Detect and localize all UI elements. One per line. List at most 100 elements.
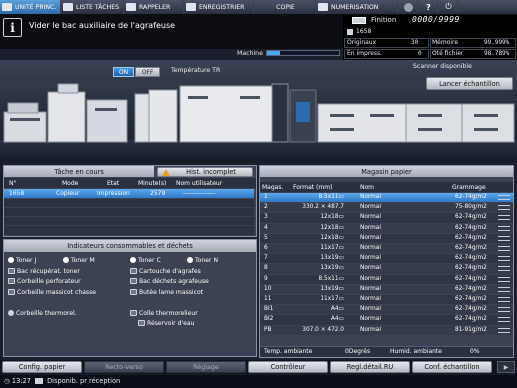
tab-liste-taches[interactable]: LISTE TÂCHES (61, 0, 124, 14)
sample-button[interactable]: Lancer échantillon (426, 77, 513, 90)
tray-name: Normal (360, 255, 381, 262)
tray-level-icon (498, 307, 510, 313)
tray-number: 5 (264, 234, 268, 241)
status-message: Vider le bac auxiliaire de l'agrafeuse (29, 21, 176, 30)
tray-level-icon (498, 327, 510, 333)
butee-lame: Butée lame massicot (130, 289, 203, 296)
job-number: 1658 (356, 28, 372, 35)
reglage-button[interactable]: Réglage (166, 361, 246, 373)
tray-weight: 62-74g/m2 (455, 245, 487, 251)
tab-unite-princ[interactable]: UNITÉ PRINC. (0, 0, 61, 14)
power-button[interactable]: ⏻ (438, 0, 458, 14)
scan-icon (318, 3, 328, 11)
corbeille-thermorel: Corbeille thermorel. (8, 310, 77, 317)
tray-weight: 62-74g/m2 (455, 224, 487, 231)
next-page-button[interactable]: ▶ (497, 361, 515, 373)
toner-n: Toner N (187, 257, 218, 264)
col-etat: Etat (107, 180, 120, 187)
tray-row[interactable]: PB 307.0 × 472.0 Normal 81-91g/m2 (260, 325, 513, 335)
tray-list: 1 8.5x11▭ Normal 62-74g/m2 2 330.2 × 487.7 Nor… (260, 193, 513, 335)
bac-dechets-agrafeuse: Bac déchets agrafeuse (130, 278, 209, 285)
save-icon (186, 3, 196, 11)
tray-row[interactable]: 11 11x17▭ Normal 62-74g/m2 (260, 295, 513, 305)
en-impress-label: En impress. (347, 50, 383, 57)
tray-number: 1 (264, 194, 268, 200)
tray-row[interactable]: 1 8.5x11▭ Normal 62-74g/m2 (260, 193, 513, 203)
job-icon (347, 29, 353, 35)
col-no: N° (9, 180, 17, 187)
tab-filler (458, 0, 517, 14)
config-papier-button[interactable]: Config. papier (2, 361, 82, 373)
globe-button[interactable] (398, 0, 418, 14)
scanner-status: Scanner disponible (413, 63, 472, 70)
regl-detail-button[interactable]: Regl.détail.RU (330, 361, 410, 373)
tab-numerisation[interactable]: NUMERISATION (316, 0, 398, 14)
tray-format: 8.5x11▭ (318, 194, 344, 200)
toner-n-icon (187, 257, 193, 263)
conf-echantillon-button[interactable]: Conf. échantillon (412, 361, 492, 373)
tray-row[interactable]: 6 11x17▭ Normal 62-74g/m2 (260, 244, 513, 254)
tray-row[interactable]: 3 12x18▭ Normal 62-74g/m2 (260, 213, 513, 223)
tray-weight: 62-74g/m2 (455, 194, 487, 200)
tab-enregistrier[interactable]: ENREGISTRIER (184, 0, 254, 14)
info-icon: i (3, 18, 22, 37)
tray-weight: 62-74g/m2 (455, 296, 487, 302)
status-text: Disponib. pr réception (47, 377, 121, 385)
tab-bar: UNITÉ PRINC. LISTE TÂCHES RAPPELER ENREG… (0, 0, 517, 14)
tray-format: 13x19▭ (320, 255, 344, 262)
tray-number: 6 (264, 245, 268, 251)
temperature-off-button[interactable]: OFF (135, 67, 160, 77)
blade-stopper-icon (130, 289, 137, 295)
toner-m: Toner M (63, 257, 95, 264)
tray-row[interactable]: 4 12x18▭ Normal 62-74g/m2 (260, 223, 513, 233)
tray-number: BI2 (264, 316, 274, 323)
recto-verso-button[interactable]: Recto-verso (84, 361, 164, 373)
trays-title: Magasin papier (260, 166, 513, 177)
tray-name: Normal (360, 285, 381, 292)
tray-row[interactable]: BI2 A4▭ Normal 62-74g/m2 (260, 315, 513, 325)
tray-name: Normal (360, 234, 381, 241)
hist-incomplet-button[interactable]: Hist. incomplet (157, 167, 253, 177)
tray-name: Normal (360, 214, 381, 221)
tray-row[interactable]: 5 12x18▭ Normal 62-74g/m2 (260, 233, 513, 243)
toner-j-icon (8, 257, 14, 263)
tray-weight: 62-74g/m2 (455, 285, 487, 292)
tray-level-icon (498, 205, 510, 211)
tray-weight: 81-91g/m2 (455, 326, 487, 333)
tray-number: 2 (264, 204, 268, 211)
finition-label: Finition (371, 16, 397, 24)
tray-row[interactable]: 7 13x19▭ Normal 62-74g/m2 (260, 254, 513, 264)
tray-row[interactable]: 2 330.2 × 487.7 Normal 75-80g/m2 (260, 203, 513, 213)
tray-format: A4▭ (330, 306, 344, 313)
tray-level-icon (498, 195, 510, 200)
colle-thermorelieur: Colle thermorelieur (130, 310, 198, 317)
tray-name: Normal (360, 194, 381, 200)
tray-format: 307.0 × 472.0 (302, 326, 344, 333)
toner-c-icon (130, 257, 136, 263)
machine-progress-fill (267, 51, 280, 55)
tray-level-icon (498, 317, 510, 323)
originaux-label: Originaux (347, 39, 377, 46)
tray-row[interactable]: 8 13x19▭ Normal 62-74g/m2 (260, 264, 513, 274)
controleur-button[interactable]: Contrôleur (248, 361, 328, 373)
tray-col-magas: Magas. (262, 184, 284, 191)
tab-copie[interactable]: COPIE (254, 0, 316, 14)
tasks-title: Tâche en cours (4, 166, 154, 177)
bac-toner: Bac récupérat. toner (8, 268, 80, 275)
tray-name: Normal (360, 204, 381, 211)
tray-row[interactable]: 10 13x19▭ Normal 62-74g/m2 (260, 284, 513, 294)
tray-format: A4▭ (330, 316, 344, 323)
help-button[interactable]: ? (418, 0, 438, 14)
tab-rappeler[interactable]: RAPPELER (124, 0, 184, 14)
staple-waste-icon (130, 278, 137, 284)
tray-weight: 62-74g/m2 (455, 234, 487, 241)
tray-format: 12x18▭ (320, 214, 344, 221)
temperature-label: Température TR (171, 67, 221, 74)
tray-row[interactable]: 9 8.5x11▭ Normal 62-74g/m2 (260, 274, 513, 284)
tray-weight: 62-74g/m2 (455, 306, 487, 313)
col-minutes: Minute(s) (138, 180, 167, 187)
temperature-on-button[interactable]: ON (113, 67, 134, 77)
col-user: Nom utilisateur (176, 180, 223, 187)
originaux-value: 30 (411, 39, 419, 46)
tray-row[interactable]: BI1 A4▭ Normal 62-74g/m2 (260, 305, 513, 315)
